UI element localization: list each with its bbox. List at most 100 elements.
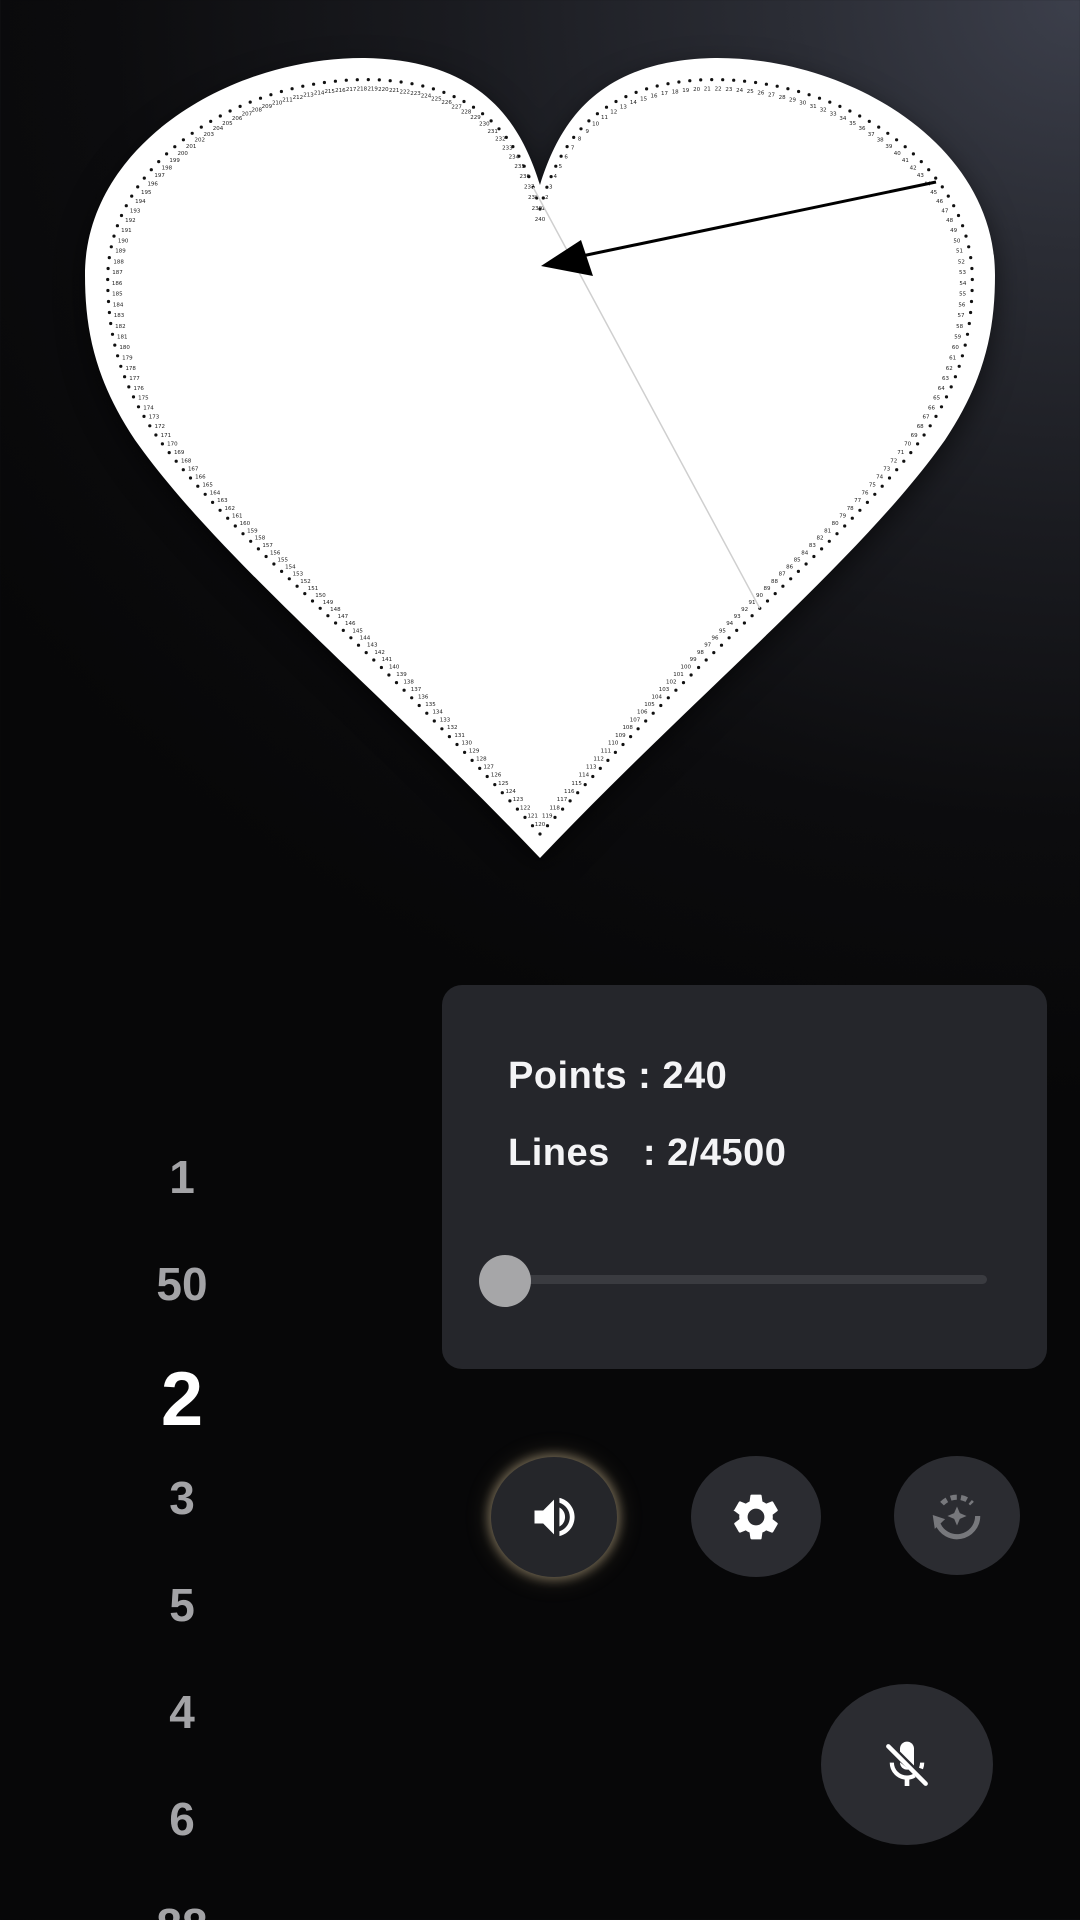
pin-dot <box>218 508 222 512</box>
progress-slider-track[interactable] <box>508 1275 987 1284</box>
pin-label: 74 <box>876 475 883 481</box>
pin-dot <box>394 681 399 685</box>
pin-dot <box>865 500 870 504</box>
pin-dot <box>957 364 961 368</box>
pin-dot <box>349 636 353 640</box>
picker-item[interactable]: 50 <box>120 1261 244 1307</box>
picker-item-selected[interactable]: 2 <box>120 1362 244 1438</box>
lines-progress: Lines : 2/4500 <box>508 1132 787 1174</box>
pin-dot <box>136 405 141 409</box>
pin-dot <box>310 599 315 603</box>
progress-slider-thumb[interactable] <box>479 1255 531 1307</box>
pin-label: 119 <box>542 814 553 820</box>
pin-label: 149 <box>323 600 334 606</box>
pin-dot <box>817 96 822 100</box>
pin-dot <box>188 476 193 480</box>
pin-label: 15 <box>640 96 647 102</box>
pin-label: 52 <box>958 259 965 265</box>
pin-dot <box>530 824 535 828</box>
settings-button[interactable] <box>691 1456 821 1577</box>
pin-label: 106 <box>637 710 648 716</box>
sound-toggle-button[interactable] <box>491 1457 617 1577</box>
pin-dot <box>421 84 425 88</box>
pin-label: 21 <box>704 87 711 93</box>
pin-label: 222 <box>400 89 411 95</box>
pin-dot <box>377 78 381 82</box>
picker-item[interactable]: 6 <box>120 1796 244 1842</box>
pin-dot <box>344 78 348 82</box>
pin-label: 84 <box>801 550 808 556</box>
pin-dot <box>902 459 906 463</box>
pin-dot <box>909 451 913 455</box>
picker-item[interactable]: 3 <box>120 1475 244 1521</box>
pin-label: 20 <box>693 87 700 93</box>
pin-dot <box>462 99 466 104</box>
pin-label: 105 <box>644 702 655 708</box>
pin-dot <box>410 696 414 700</box>
picker-item[interactable]: 1 <box>120 1154 244 1200</box>
pin-dot <box>287 577 291 581</box>
pin-label: 140 <box>389 665 400 671</box>
pin-dot <box>173 145 177 149</box>
pin-dot <box>106 266 110 271</box>
pin-dot <box>280 569 284 574</box>
pin-dot <box>256 547 260 551</box>
pin-dot <box>681 681 686 685</box>
pin-label: 85 <box>794 558 801 564</box>
pin-dot <box>956 213 961 218</box>
picker-item[interactable]: 5 <box>120 1582 244 1628</box>
pin-label: 212 <box>293 95 304 101</box>
pin-dot <box>970 266 974 271</box>
pin-label: 120 <box>535 822 546 828</box>
pin-dot <box>165 152 169 156</box>
pin-label: 216 <box>335 88 346 94</box>
pin-dot <box>812 554 816 559</box>
reset-button[interactable] <box>894 1456 1020 1575</box>
pin-label: 224 <box>421 94 432 100</box>
pin-dot <box>463 750 467 755</box>
pin-dot <box>559 154 563 158</box>
pin-dot <box>644 719 648 723</box>
pin-dot <box>269 93 273 97</box>
pin-dot <box>764 82 769 86</box>
pin-label: 144 <box>360 636 371 642</box>
pin-label: 71 <box>897 450 904 456</box>
pin-dot <box>272 562 276 566</box>
pin-dot <box>970 288 974 293</box>
pin-label: 185 <box>112 292 123 298</box>
pin-label: 155 <box>278 558 289 564</box>
picker-item[interactable]: 88 <box>120 1902 244 1920</box>
pin-dot <box>964 234 968 238</box>
pin-dot <box>796 569 801 574</box>
pin-label: 88 <box>771 579 778 585</box>
pin-label: 204 <box>213 126 224 132</box>
pin-dot <box>963 343 967 347</box>
pin-dot <box>765 599 770 603</box>
picker-item[interactable]: 4 <box>120 1689 244 1735</box>
pin-dot <box>387 673 391 677</box>
pin-label: 197 <box>154 173 165 179</box>
pin-dot <box>115 224 119 228</box>
pin-label: 158 <box>255 536 266 542</box>
mic-toggle-button[interactable] <box>821 1684 993 1845</box>
pin-dot <box>858 114 862 118</box>
pin-label: 60 <box>952 345 959 351</box>
pin-dot <box>927 168 931 172</box>
pin-dot <box>735 628 739 633</box>
pin-dot <box>549 175 553 179</box>
pin-dot <box>109 321 113 326</box>
pin-dot <box>485 774 489 779</box>
pin-dot <box>629 735 633 739</box>
pin-label: 25 <box>747 89 754 95</box>
pin-dot <box>688 79 692 83</box>
pin-dot <box>497 127 501 131</box>
pin-label: 202 <box>195 138 206 144</box>
pin-label: 162 <box>225 506 236 512</box>
pin-label: 147 <box>338 614 349 620</box>
pin-label: 148 <box>330 607 341 613</box>
pin-dot <box>500 791 504 795</box>
pin-dot <box>621 742 625 747</box>
pin-label: 157 <box>262 543 273 549</box>
pin-number-picker[interactable]: 1 50 2 3 5 4 6 88 <box>120 1140 244 1920</box>
pin-dot <box>750 614 754 618</box>
